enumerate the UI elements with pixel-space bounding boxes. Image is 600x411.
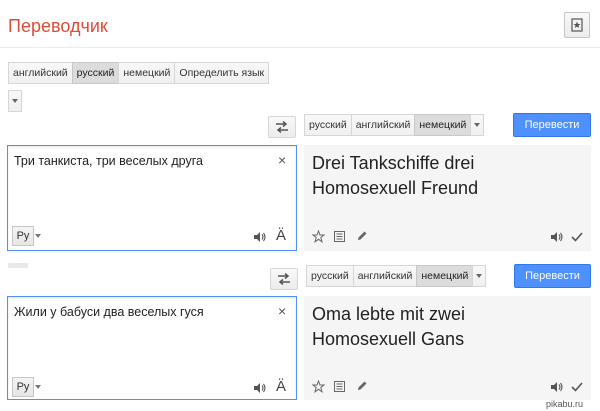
target-lang-english[interactable]: английский [350, 114, 416, 136]
input-method-button[interactable]: Ру [12, 377, 34, 397]
target-lang-english[interactable]: английский [352, 265, 418, 287]
check-icon[interactable] [571, 231, 583, 242]
target-language-tabs: русский английский немецкий [306, 265, 487, 287]
star-icon[interactable] [312, 380, 325, 393]
swap-languages-button[interactable] [270, 268, 298, 290]
source-lang-english[interactable]: английский [8, 62, 73, 84]
header-divider [0, 47, 600, 48]
swap-languages-button[interactable] [268, 116, 296, 138]
source-text[interactable]: Три танкиста, три веселых друга [14, 154, 203, 168]
target-lang-german[interactable]: немецкий [414, 114, 472, 136]
pencil-icon[interactable] [356, 380, 368, 392]
result-line: Drei Tankschiffe drei [312, 153, 475, 173]
target-language-tabs: русский английский немецкий [304, 114, 485, 136]
speaker-icon[interactable] [550, 231, 564, 243]
watermark: pikabu.ru [546, 399, 584, 409]
chevron-down-icon [476, 274, 483, 278]
input-method-button[interactable]: Ру [12, 226, 34, 246]
result-area: Drei Tankschiffe drei Homosexuell Freund [304, 145, 591, 251]
star-icon[interactable] [312, 230, 325, 243]
target-lang-russian[interactable]: русский [304, 114, 352, 136]
section-divider [8, 263, 28, 268]
close-icon[interactable]: × [278, 304, 286, 318]
chevron-down-icon [35, 385, 41, 389]
input-method-dropdown[interactable] [35, 234, 41, 238]
close-icon[interactable]: × [278, 153, 286, 167]
virtual-keyboard-icon[interactable]: Ä [276, 227, 286, 244]
result-area: Oma lebte mit zwei Homosexuell Gans [304, 296, 591, 400]
source-language-dropdown[interactable] [8, 90, 22, 112]
virtual-keyboard-icon[interactable]: Ä [276, 378, 286, 395]
starred-button[interactable] [564, 12, 590, 38]
speaker-icon[interactable] [253, 382, 267, 394]
app-title: Переводчик [8, 16, 108, 36]
result-line: Oma lebte mit zwei [312, 304, 466, 324]
source-lang-russian[interactable]: русский [71, 62, 120, 84]
translate-button[interactable]: Перевести [514, 264, 591, 288]
result-text: Drei Tankschiffe drei Homosexuell Freund [312, 151, 478, 201]
chevron-down-icon [35, 234, 41, 238]
source-text[interactable]: Жили у бабуси два веселых гуся [14, 305, 204, 319]
result-line: Homosexuell Freund [312, 178, 479, 198]
result-line: Homosexuell Gans [312, 329, 465, 349]
input-method-dropdown[interactable] [35, 385, 41, 389]
check-icon[interactable] [571, 381, 583, 392]
swap-arrows-icon [276, 121, 288, 133]
speaker-icon[interactable] [550, 381, 564, 393]
list-icon[interactable] [334, 381, 345, 392]
detect-language-tab[interactable]: Определить язык [174, 62, 270, 84]
target-lang-german[interactable]: немецкий [416, 265, 474, 287]
target-language-dropdown[interactable] [470, 114, 485, 136]
target-lang-russian[interactable]: русский [306, 265, 354, 287]
result-text: Oma lebte mit zwei Homosexuell Gans [312, 302, 465, 352]
speaker-icon[interactable] [253, 231, 267, 243]
source-language-tabs: английский русский немецкий Определить я… [8, 62, 270, 84]
swap-arrows-icon [278, 273, 290, 285]
source-lang-german[interactable]: немецкий [118, 62, 176, 84]
target-language-dropdown[interactable] [472, 265, 487, 287]
list-icon[interactable] [334, 231, 345, 242]
chevron-down-icon [12, 99, 18, 103]
star-bookmark-icon [571, 18, 583, 32]
source-text-area[interactable]: Три танкиста, три веселых друга × Ру Ä [7, 145, 297, 251]
translate-button[interactable]: Перевести [513, 113, 591, 137]
chevron-down-icon [474, 123, 481, 127]
source-text-area[interactable]: Жили у бабуси два веселых гуся × Ру Ä [7, 296, 297, 400]
pencil-icon[interactable] [356, 230, 368, 242]
